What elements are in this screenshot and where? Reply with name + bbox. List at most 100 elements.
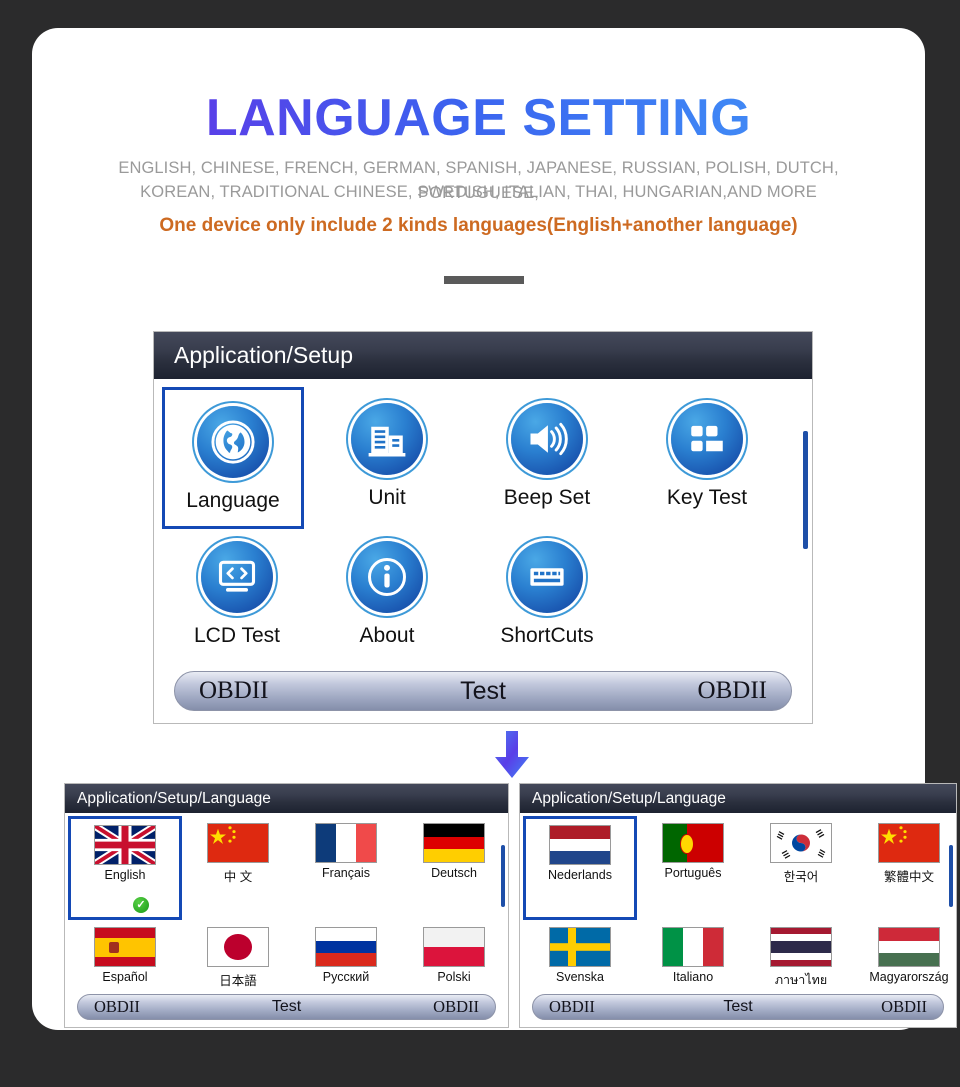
language-item-portugal[interactable]: Português	[643, 821, 743, 891]
flag-wrapper	[188, 925, 288, 969]
keypad-icon	[671, 403, 743, 475]
language-item-label: English	[104, 868, 146, 882]
setup-item-lcd-test[interactable]: LCD Test	[172, 531, 302, 671]
buildings-icon	[351, 403, 423, 475]
language-item-label: 繁體中文	[883, 870, 934, 884]
uk-flag	[94, 825, 156, 865]
france-flag	[315, 823, 377, 863]
setup-item-about[interactable]: About	[322, 531, 452, 671]
right-footer-bar: OBDII Test OBDII	[532, 994, 944, 1020]
portugal-flag	[662, 823, 724, 863]
flag-wrapper	[643, 925, 743, 969]
setup-item-label: Key Test	[666, 486, 748, 509]
language-item-spain[interactable]: Español	[75, 925, 175, 995]
right-screen-body: Nederlands Português 한국어 繁體中文 Svenska It…	[520, 813, 956, 1027]
left-breadcrumb-bar: Application/Setup/Language	[65, 784, 508, 813]
language-item-france[interactable]: Français	[296, 821, 396, 891]
flag-wrapper	[526, 823, 634, 867]
footer-center-label[interactable]: Test	[460, 677, 506, 706]
language-item-italy[interactable]: Italiano	[643, 925, 743, 995]
info-icon	[351, 541, 423, 613]
sweden-flag	[549, 927, 611, 967]
setup-item-label: ShortCuts	[500, 624, 594, 647]
breadcrumb: Application/Setup/Language	[77, 789, 271, 807]
footer-center-label[interactable]: Test	[723, 998, 752, 1016]
flag-wrapper	[751, 821, 851, 865]
language-item-china[interactable]: 繁體中文	[859, 821, 959, 891]
setup-item-label: Unit	[368, 486, 406, 509]
language-screen-right: Application/Setup/Language Nederlands Po…	[519, 783, 957, 1028]
language-item-label: Svenska	[556, 970, 604, 984]
poland-flag	[423, 927, 485, 967]
setup-item-label: About	[359, 624, 415, 647]
hungary-flag	[878, 927, 940, 967]
language-item-label: Magyarország	[869, 970, 949, 984]
netherlands-flag	[549, 825, 611, 865]
setup-item-unit[interactable]: Unit	[322, 393, 452, 533]
setup-footer-bar: OBDII Test OBDII	[174, 671, 792, 711]
language-item-label: Polski	[437, 970, 471, 984]
setup-breadcrumb-bar: Application/Setup	[154, 332, 812, 379]
flag-wrapper	[296, 925, 396, 969]
language-item-label: Español	[102, 970, 148, 984]
keyboard-icon	[511, 541, 583, 613]
flag-wrapper	[751, 925, 851, 969]
footer-left-label[interactable]: OBDII	[94, 997, 140, 1017]
flag-wrapper	[404, 925, 504, 969]
footer-center-label[interactable]: Test	[272, 998, 301, 1016]
language-item-japan[interactable]: 日本語	[188, 925, 288, 995]
right-breadcrumb-bar: Application/Setup/Language	[520, 784, 956, 813]
flag-wrapper	[530, 925, 630, 969]
vertical-scrollbar[interactable]	[803, 431, 808, 549]
thailand-flag	[770, 927, 832, 967]
setup-item-key-test[interactable]: Key Test	[642, 393, 772, 533]
footer-right-label[interactable]: OBDII	[881, 997, 927, 1017]
flag-wrapper	[75, 925, 175, 969]
language-item-netherlands[interactable]: Nederlands	[523, 816, 637, 920]
speaker-icon	[511, 403, 583, 475]
language-item-label: 中 文	[223, 870, 253, 884]
page-title: LANGUAGE SETTING	[32, 88, 925, 148]
flag-wrapper	[643, 821, 743, 865]
flag-wrapper	[859, 925, 959, 969]
language-item-label: 日本語	[219, 974, 257, 988]
flag-wrapper	[859, 821, 959, 865]
korea-flag	[770, 823, 832, 863]
language-item-korea[interactable]: 한국어	[751, 821, 851, 891]
footer-right-label[interactable]: OBDII	[698, 677, 767, 705]
language-item-label: Português	[664, 866, 722, 880]
setup-item-label: Language	[186, 489, 280, 512]
setup-screen: Application/Setup Language Unit Beep Set Ke…	[153, 331, 813, 724]
footer-right-label[interactable]: OBDII	[433, 997, 479, 1017]
note-text: One device only include 2 kinds language…	[159, 215, 798, 236]
footer-left-label[interactable]: OBDII	[199, 677, 268, 705]
setup-item-beep-set[interactable]: Beep Set	[482, 393, 612, 533]
language-item-russia[interactable]: Русский	[296, 925, 396, 995]
setup-item-label: Beep Set	[503, 486, 591, 509]
setup-item-language[interactable]: Language	[162, 387, 304, 529]
language-item-label: 한국어	[783, 870, 819, 884]
language-screen-left: Application/Setup/Language English ✓ 中 文 …	[64, 783, 509, 1028]
language-item-hungary[interactable]: Magyarország	[859, 925, 959, 995]
language-item-thailand[interactable]: ภาษาไทย	[751, 925, 851, 995]
language-item-label: Русский	[322, 970, 370, 984]
flag-wrapper	[404, 821, 504, 865]
subtitle-line-2: KOREAN, TRADITIONAL CHINESE, SWEDISH, IT…	[140, 183, 817, 201]
language-item-label: Nederlands	[548, 868, 612, 882]
language-item-germany[interactable]: Deutsch	[404, 821, 504, 891]
language-item-china[interactable]: 中 文	[188, 821, 288, 891]
china-flag	[207, 823, 269, 863]
language-item-uk[interactable]: English ✓	[68, 816, 182, 920]
language-item-sweden[interactable]: Svenska	[530, 925, 630, 995]
code-screen-icon	[201, 541, 273, 613]
russia-flag	[315, 927, 377, 967]
setup-item-shortcuts[interactable]: ShortCuts	[482, 531, 612, 671]
selected-check-icon: ✓	[133, 897, 149, 913]
arrow-down-icon	[494, 731, 530, 779]
language-item-label: Italiano	[672, 970, 714, 984]
germany-flag	[423, 823, 485, 863]
language-item-poland[interactable]: Polski	[404, 925, 504, 995]
left-footer-bar: OBDII Test OBDII	[77, 994, 496, 1020]
flag-wrapper	[296, 821, 396, 865]
footer-left-label[interactable]: OBDII	[549, 997, 595, 1017]
